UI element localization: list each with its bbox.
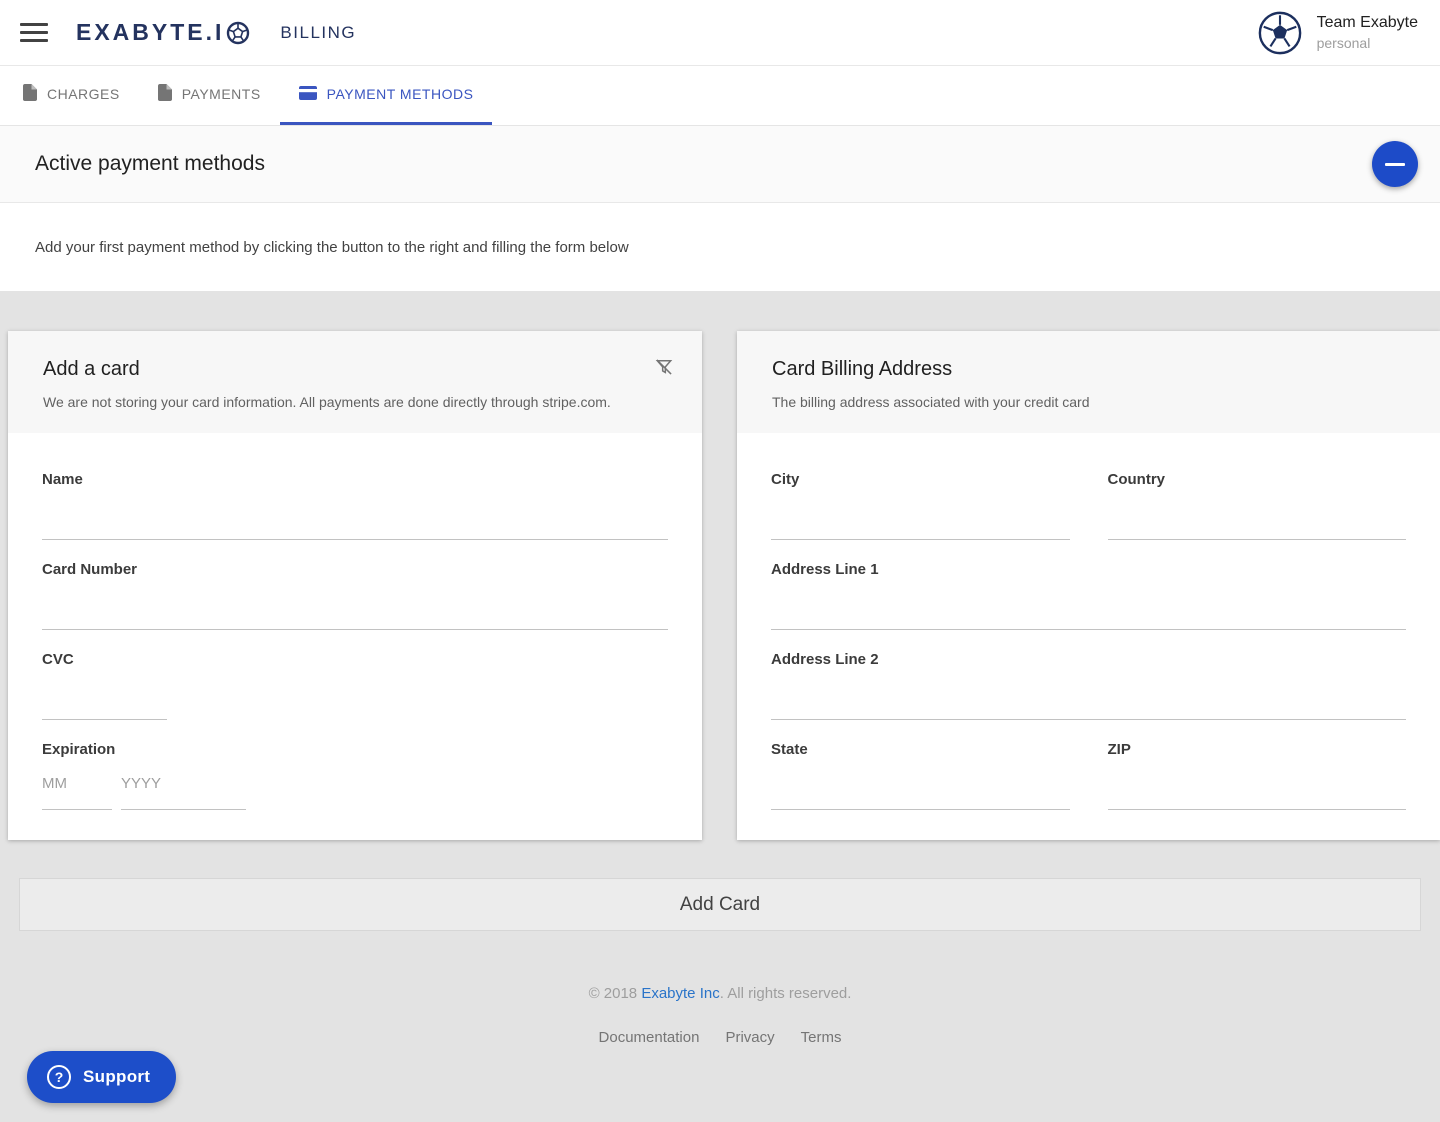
team-name: Team Exabyte — [1317, 14, 1418, 32]
document-icon — [23, 84, 37, 104]
team-type: personal — [1317, 35, 1418, 51]
tab-label: PAYMENT METHODS — [327, 86, 474, 102]
copyright-suffix: . All rights reserved. — [720, 985, 852, 1002]
team-info: Team Exabyte personal — [1317, 14, 1418, 51]
card-number-field: Card Number — [42, 561, 668, 630]
brand-logo: EXABYTE.I — [76, 19, 250, 46]
address-line1-field: Address Line 1 — [771, 561, 1406, 630]
page-title: BILLING — [280, 23, 356, 43]
footer-links: Documentation Privacy Terms — [0, 1029, 1440, 1046]
brand-text: EXABYTE.I — [76, 19, 224, 46]
address-line2-field: Address Line 2 — [771, 651, 1406, 720]
payment-forms-area: Add a card We are not storing your card … — [0, 291, 1440, 1122]
tab-payments[interactable]: PAYMENTS — [139, 66, 280, 125]
copyright: © 2018 Exabyte Inc. All rights reserved. — [0, 985, 1440, 1002]
country-input[interactable] — [1108, 488, 1407, 540]
card-number-input[interactable] — [42, 578, 668, 630]
privacy-link[interactable]: Privacy — [725, 1029, 774, 1046]
billing-address-title: Card Billing Address — [772, 358, 1405, 381]
empty-state-text: Add your first payment method by clickin… — [35, 239, 629, 256]
support-label: Support — [83, 1067, 150, 1087]
city-country-row: City Country — [771, 471, 1406, 561]
section-title: Active payment methods — [35, 152, 265, 176]
menu-icon[interactable] — [20, 19, 48, 46]
state-input[interactable] — [771, 758, 1070, 810]
city-input[interactable] — [771, 488, 1070, 540]
add-card-button[interactable]: Add Card — [19, 878, 1421, 931]
cvc-field: CVC — [42, 651, 668, 720]
city-label: City — [771, 471, 1070, 488]
address-line1-label: Address Line 1 — [771, 561, 1406, 578]
address-line2-input[interactable] — [771, 668, 1406, 720]
logo-sphere-icon — [226, 21, 250, 45]
add-card-header: Add a card We are not storing your card … — [8, 331, 702, 433]
add-card-title: Add a card — [43, 358, 667, 381]
city-field: City — [771, 471, 1070, 540]
billing-address-body: City Country Address Line 1 Address Line… — [737, 433, 1440, 840]
documentation-link[interactable]: Documentation — [599, 1029, 700, 1046]
expiration-month-input[interactable] — [42, 758, 112, 810]
add-card-body: Name Card Number CVC Expiration — [8, 433, 702, 840]
support-button[interactable]: ? Support — [27, 1051, 176, 1103]
state-field: State — [771, 741, 1070, 810]
country-field: Country — [1108, 471, 1407, 540]
billing-address-subtitle: The billing address associated with your… — [772, 394, 1405, 410]
add-card-panel: Add a card We are not storing your card … — [8, 331, 702, 840]
billing-address-header: Card Billing Address The billing address… — [737, 331, 1440, 433]
billing-tabs: CHARGES PAYMENTS PAYMENT METHODS — [0, 66, 1440, 126]
tab-charges[interactable]: CHARGES — [4, 66, 139, 125]
address-line2-label: Address Line 2 — [771, 651, 1406, 668]
expiration-field: Expiration — [42, 741, 668, 810]
tab-label: CHARGES — [47, 86, 120, 102]
billing-address-panel: Card Billing Address The billing address… — [737, 331, 1440, 840]
add-card-subtitle: We are not storing your card information… — [43, 394, 667, 410]
document-icon — [158, 84, 172, 104]
credit-card-icon — [299, 86, 317, 103]
company-link[interactable]: Exabyte Inc — [641, 985, 719, 1002]
name-label: Name — [42, 471, 668, 488]
zip-label: ZIP — [1108, 741, 1407, 758]
help-icon: ? — [47, 1065, 71, 1089]
expiration-year-input[interactable] — [121, 758, 246, 810]
cvc-input[interactable] — [42, 668, 167, 720]
active-payment-methods-header: Active payment methods — [0, 126, 1440, 202]
name-field: Name — [42, 471, 668, 540]
name-input[interactable] — [42, 488, 668, 540]
address-line1-input[interactable] — [771, 578, 1406, 630]
clear-form-icon[interactable] — [654, 357, 674, 382]
account-area: Team Exabyte personal — [1257, 10, 1418, 56]
expiration-label: Expiration — [42, 741, 668, 758]
copyright-prefix: © 2018 — [589, 985, 642, 1002]
tab-payment-methods[interactable]: PAYMENT METHODS — [280, 66, 493, 125]
minus-icon — [1385, 163, 1405, 166]
cvc-label: CVC — [42, 651, 668, 668]
state-label: State — [771, 741, 1070, 758]
tab-label: PAYMENTS — [182, 86, 261, 102]
empty-state-hint: Add your first payment method by clickin… — [0, 202, 1440, 291]
top-bar: EXABYTE.I BILLING — [0, 0, 1440, 66]
terms-link[interactable]: Terms — [801, 1029, 842, 1046]
country-label: Country — [1108, 471, 1407, 488]
state-zip-row: State ZIP — [771, 741, 1406, 810]
collapse-section-button[interactable] — [1372, 141, 1418, 187]
zip-input[interactable] — [1108, 758, 1407, 810]
team-avatar[interactable] — [1257, 10, 1303, 56]
zip-field: ZIP — [1108, 741, 1407, 810]
card-number-label: Card Number — [42, 561, 668, 578]
form-cards: Add a card We are not storing your card … — [8, 331, 1440, 840]
expiration-inputs — [42, 758, 668, 810]
